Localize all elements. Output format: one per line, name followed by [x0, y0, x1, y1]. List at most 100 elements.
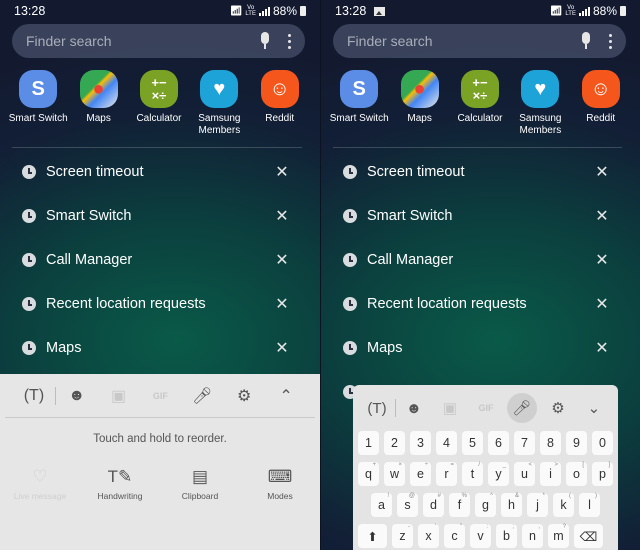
key-6[interactable]: 6	[488, 431, 509, 455]
chevron-down-icon[interactable]: ⌄	[576, 388, 612, 428]
tool-clipboard[interactable]: ▤ Clipboard	[160, 467, 240, 501]
recent-item[interactable]: Recent location requests ✕	[321, 282, 640, 326]
key-u[interactable]: u <	[514, 462, 535, 486]
key-7[interactable]: 7	[514, 431, 535, 455]
key-v[interactable]: v:	[470, 524, 491, 548]
key-w[interactable]: w ×	[384, 462, 405, 486]
close-icon[interactable]: ✕	[594, 338, 610, 358]
sticker-icon[interactable]: ▣	[432, 388, 468, 428]
key-5[interactable]: 5	[462, 431, 483, 455]
key-p[interactable]: p]	[592, 462, 613, 486]
finder-search-bar[interactable]: Finder search	[333, 24, 626, 58]
recent-item[interactable]: Maps ✕	[321, 326, 640, 370]
chevron-up-icon[interactable]: ⌃	[265, 374, 307, 418]
translate-icon[interactable]: (T)	[359, 388, 395, 428]
key-0[interactable]: 0	[592, 431, 613, 455]
key-j[interactable]: j *	[527, 493, 548, 517]
close-icon[interactable]: ✕	[594, 206, 610, 226]
app-calculator[interactable]: +− ×÷ Calculator	[129, 70, 189, 137]
key-x[interactable]: x '	[418, 524, 439, 548]
sticker-icon[interactable]: ▣	[98, 374, 140, 418]
recent-item[interactable]: Smart Switch ✕	[0, 194, 320, 238]
recent-label: Screen timeout	[46, 164, 144, 180]
app-samsung-members[interactable]: ♥ Samsung Members	[510, 70, 570, 137]
shift-key[interactable]: ⬆	[358, 524, 387, 548]
key-1[interactable]: 1	[358, 431, 379, 455]
more-options-icon[interactable]	[288, 33, 291, 49]
tool-handwriting[interactable]: T✎ Handwriting	[80, 467, 160, 501]
search-input[interactable]: Finder search	[26, 33, 258, 49]
key-9[interactable]: 9	[566, 431, 587, 455]
key-a[interactable]: a!	[371, 493, 392, 517]
mic-button[interactable]: 🎤︎	[504, 388, 540, 428]
close-icon[interactable]: ✕	[594, 162, 610, 182]
app-maps[interactable]: ● Maps	[389, 70, 449, 137]
key-c[interactable]: c "	[444, 524, 465, 548]
close-icon[interactable]: ✕	[594, 250, 610, 270]
key-3[interactable]: 3	[410, 431, 431, 455]
app-samsung-members[interactable]: ♥ Samsung Members	[189, 70, 249, 137]
key-t[interactable]: t /	[462, 462, 483, 486]
key-z[interactable]: z-	[392, 524, 413, 548]
app-maps[interactable]: ● Maps	[68, 70, 128, 137]
key-b[interactable]: b;	[496, 524, 517, 548]
clock-icon	[343, 253, 357, 267]
key-d[interactable]: d #	[423, 493, 444, 517]
calculator-icon: +− ×÷	[139, 70, 178, 108]
more-options-icon[interactable]	[609, 33, 612, 49]
mic-icon[interactable]: 🎤︎	[181, 374, 223, 418]
recent-item[interactable]: Screen timeout ✕	[0, 150, 320, 194]
translate-icon[interactable]: (T)	[13, 374, 55, 418]
key-alt-label: ;	[512, 524, 514, 530]
settings-icon[interactable]: ⚙	[540, 388, 576, 428]
tool-modes[interactable]: ⌨ Modes	[240, 467, 320, 501]
recent-item[interactable]: Call Manager ✕	[321, 238, 640, 282]
close-icon[interactable]: ✕	[594, 294, 610, 314]
key-label: w	[389, 467, 400, 481]
key-y[interactable]: y _	[488, 462, 509, 486]
close-icon[interactable]: ✕	[274, 294, 290, 314]
app-calculator[interactable]: +− ×÷ Calculator	[450, 70, 510, 137]
app-reddit[interactable]: ☺ Reddit	[571, 70, 631, 137]
tool-live-message[interactable]: ♡ Live message	[0, 467, 80, 501]
emoji-icon[interactable]: ☻	[396, 388, 432, 428]
key-r[interactable]: r =	[436, 462, 457, 486]
search-input[interactable]: Finder search	[347, 33, 579, 49]
close-icon[interactable]: ✕	[274, 162, 290, 182]
key-n[interactable]: n,	[522, 524, 543, 548]
key-g[interactable]: g ^	[475, 493, 496, 517]
tools-row: ♡ Live message T✎ Handwriting ▤ Clipboard ⌨…	[0, 467, 320, 501]
close-icon[interactable]: ✕	[274, 206, 290, 226]
key-f[interactable]: f%	[449, 493, 470, 517]
key-i[interactable]: i >	[540, 462, 561, 486]
recent-item[interactable]: Maps ✕	[0, 326, 320, 370]
app-smart-switch[interactable]: S Smart Switch	[329, 70, 389, 137]
key-2[interactable]: 2	[384, 431, 405, 455]
mic-icon[interactable]	[258, 32, 272, 50]
close-icon[interactable]: ✕	[274, 338, 290, 358]
backspace-key[interactable]: ⌫	[574, 524, 603, 548]
settings-icon[interactable]: ⚙	[223, 374, 265, 418]
key-q[interactable]: q +	[358, 462, 379, 486]
recent-item[interactable]: Screen timeout ✕	[321, 150, 640, 194]
key-o[interactable]: o[	[566, 462, 587, 486]
mic-icon[interactable]	[579, 32, 593, 50]
key-4[interactable]: 4	[436, 431, 457, 455]
key-8[interactable]: 8	[540, 431, 561, 455]
gif-icon[interactable]: GIF	[468, 388, 504, 428]
recent-item[interactable]: Call Manager ✕	[0, 238, 320, 282]
finder-search-bar[interactable]: Finder search	[12, 24, 305, 58]
recent-item[interactable]: Recent location requests ✕	[0, 282, 320, 326]
key-k[interactable]: k(	[553, 493, 574, 517]
key-s[interactable]: s @	[397, 493, 418, 517]
emoji-icon[interactable]: ☻	[56, 374, 98, 418]
key-m[interactable]: m?	[548, 524, 569, 548]
gif-icon[interactable]: GIF	[139, 374, 181, 418]
close-icon[interactable]: ✕	[274, 250, 290, 270]
key-h[interactable]: h &	[501, 493, 522, 517]
app-smart-switch[interactable]: S Smart Switch	[8, 70, 68, 137]
key-e[interactable]: e ÷	[410, 462, 431, 486]
app-reddit[interactable]: ☺ Reddit	[250, 70, 310, 137]
key-l[interactable]: l)	[579, 493, 600, 517]
recent-item[interactable]: Smart Switch ✕	[321, 194, 640, 238]
